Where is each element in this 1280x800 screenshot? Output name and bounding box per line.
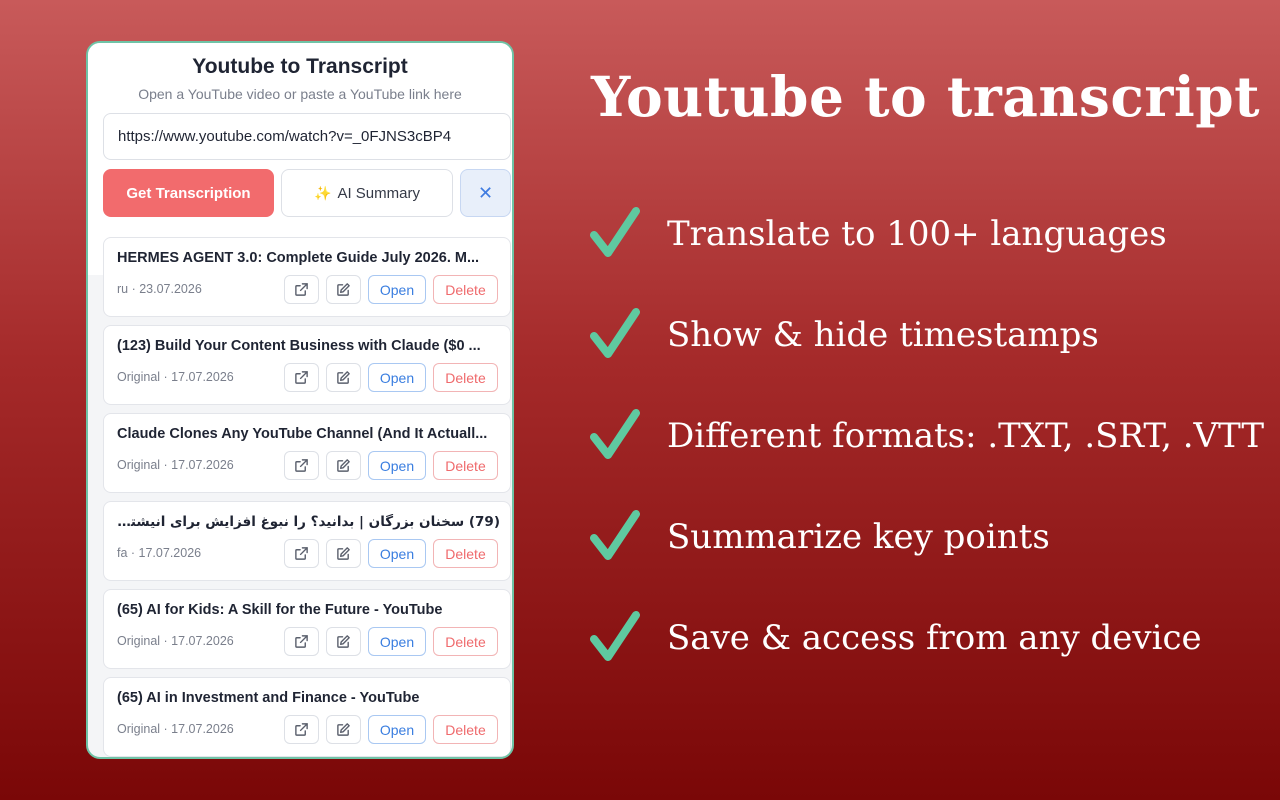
list-item: HERMES AGENT 3.0: Complete Guide July 20… — [103, 237, 511, 317]
item-title: (123) Build Your Content Business with C… — [117, 338, 481, 354]
item-meta: ru · 23.07.2026 — [117, 282, 202, 296]
item-actions: Open Delete — [284, 715, 498, 744]
close-icon: ✕ — [477, 182, 494, 203]
edit-icon — [337, 547, 350, 560]
checkmark-icon — [590, 409, 640, 459]
external-link-button[interactable] — [284, 539, 319, 568]
list-item: (79) سخنان بزرگان | بدانید؟ را نبوغ افزا… — [103, 501, 511, 581]
feature-label: Different formats: .TXT, .SRT, .VTT — [667, 416, 1265, 456]
item-meta: fa · 17.07.2026 — [117, 546, 202, 560]
open-button[interactable]: Open — [368, 275, 426, 304]
open-button[interactable]: Open — [368, 627, 426, 656]
item-actions: Open Delete — [284, 363, 498, 392]
feature-item: Summarize key points — [590, 508, 1050, 609]
item-actions: Open Delete — [284, 627, 498, 656]
delete-button[interactable]: Delete — [433, 363, 498, 392]
external-link-button[interactable] — [284, 275, 319, 304]
item-title: HERMES AGENT 3.0: Complete Guide July 20… — [117, 250, 480, 266]
open-button[interactable]: Open — [368, 539, 426, 568]
delete-button[interactable]: Delete — [433, 275, 498, 304]
feature-item: Different formats: .TXT, .SRT, .VTT — [590, 407, 1264, 508]
hero-title: Youtube to transcript — [591, 64, 1261, 129]
list-item: (123) Build Your Content Business with C… — [103, 325, 511, 405]
item-meta: Original · 17.07.2026 — [117, 634, 234, 648]
checkmark-icon — [590, 611, 640, 661]
external-link-icon — [295, 371, 308, 384]
delete-button[interactable]: Delete — [433, 715, 498, 744]
popup-title: Youtube to Transcript — [192, 55, 408, 78]
item-meta: Original · 17.07.2026 — [117, 722, 234, 736]
edit-icon — [337, 459, 350, 472]
edit-icon — [337, 635, 350, 648]
checkmark-icon — [590, 510, 640, 560]
item-meta: Original · 17.07.2026 — [117, 370, 234, 384]
item-actions: Open Delete — [284, 539, 498, 568]
feature-label: Summarize key points — [667, 517, 1050, 557]
list-item: (65) AI for Kids: A Skill for the Future… — [103, 589, 511, 669]
item-title: (79) سخنان بزرگان | بدانید؟ را نبوغ افزا… — [117, 514, 500, 530]
list-item: Claude Clones Any YouTube Channel (And I… — [103, 413, 511, 493]
external-link-button[interactable] — [284, 627, 319, 656]
checkmark-icon — [590, 207, 640, 257]
feature-item: Translate to 100+ languages — [590, 205, 1167, 306]
feature-label: Translate to 100+ languages — [667, 214, 1167, 254]
edit-icon — [337, 371, 350, 384]
edit-icon — [337, 723, 350, 736]
checkmark-icon — [590, 308, 640, 358]
item-actions: Open Delete — [284, 275, 498, 304]
edit-button[interactable] — [326, 627, 361, 656]
extension-popup: Youtube to Transcript Open a YouTube vid… — [86, 41, 514, 759]
feature-item: Save & access from any device — [590, 609, 1202, 710]
edit-icon — [337, 283, 350, 296]
feature-label: Show & hide timestamps — [667, 315, 1099, 355]
sparkles-icon: ✨ — [314, 184, 332, 201]
edit-button[interactable] — [326, 451, 361, 480]
external-link-icon — [295, 283, 308, 296]
external-link-button[interactable] — [284, 715, 319, 744]
get-transcription-button[interactable]: Get Transcription — [103, 169, 274, 217]
external-link-icon — [295, 547, 308, 560]
external-link-icon — [295, 635, 308, 648]
list-item: (65) AI in Investment and Finance - YouT… — [103, 677, 511, 757]
open-button[interactable]: Open — [368, 363, 426, 392]
item-actions: Open Delete — [284, 451, 498, 480]
ai-summary-label: AI Summary — [337, 184, 420, 202]
feature-item: Show & hide timestamps — [590, 306, 1099, 407]
edit-button[interactable] — [326, 715, 361, 744]
ai-summary-button[interactable]: ✨ AI Summary — [281, 169, 453, 217]
feature-list: Translate to 100+ languages Show & hide … — [590, 205, 1264, 710]
item-meta: Original · 17.07.2026 — [117, 458, 234, 472]
edit-button[interactable] — [326, 275, 361, 304]
edit-button[interactable] — [326, 539, 361, 568]
transcript-list: HERMES AGENT 3.0: Complete Guide July 20… — [103, 237, 511, 757]
item-title: (65) AI for Kids: A Skill for the Future… — [117, 602, 443, 618]
youtube-url-input[interactable] — [103, 113, 511, 160]
external-link-button[interactable] — [284, 363, 319, 392]
item-title: Claude Clones Any YouTube Channel (And I… — [117, 426, 488, 442]
external-link-icon — [295, 459, 308, 472]
open-button[interactable]: Open — [368, 715, 426, 744]
edit-button[interactable] — [326, 363, 361, 392]
feature-label: Save & access from any device — [667, 618, 1202, 658]
external-link-button[interactable] — [284, 451, 319, 480]
popup-subtitle: Open a YouTube video or paste a YouTube … — [138, 86, 462, 102]
open-button[interactable]: Open — [368, 451, 426, 480]
delete-button[interactable]: Delete — [433, 539, 498, 568]
item-title: (65) AI in Investment and Finance - YouT… — [117, 690, 420, 706]
delete-button[interactable]: Delete — [433, 627, 498, 656]
close-button[interactable]: ✕ — [460, 169, 511, 217]
external-link-icon — [295, 723, 308, 736]
delete-button[interactable]: Delete — [433, 451, 498, 480]
